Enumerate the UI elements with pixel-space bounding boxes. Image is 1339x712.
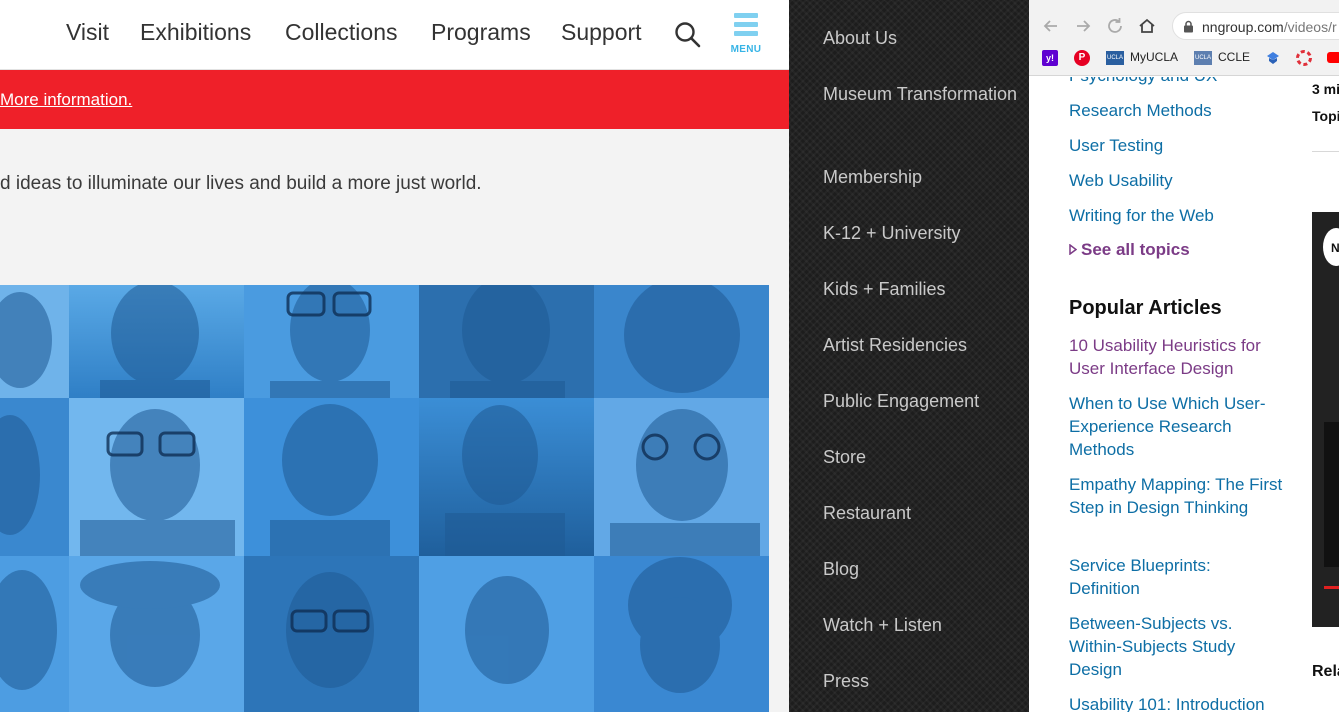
video-progress-bar[interactable] [1324, 586, 1339, 589]
youtube-icon [1327, 52, 1339, 64]
menu-item-museum-transformation[interactable]: Museum Transformation [823, 81, 1023, 108]
topic-link-writing-for-web[interactable]: Writing for the Web [1069, 204, 1284, 227]
nng-logo-badge: N [1323, 228, 1339, 266]
menu-item-about-us[interactable]: About Us [823, 25, 1023, 52]
menu-label: MENU [730, 44, 762, 55]
topic-link-user-testing[interactable]: User Testing [1069, 134, 1284, 157]
article-link-usability-101[interactable]: Usability 101: Introduction [1069, 693, 1284, 712]
topic-link-web-usability[interactable]: Web Usability [1069, 169, 1284, 192]
nav-visit[interactable]: Visit [66, 19, 109, 46]
bookmark-lifesaver[interactable] [1296, 50, 1318, 70]
nav-exhibitions[interactable]: Exhibitions [140, 19, 251, 46]
nav-support[interactable]: Support [561, 19, 642, 46]
video-duration-text: 3 mi [1312, 81, 1339, 97]
menu-item-blog[interactable]: Blog [823, 556, 1023, 583]
bookmark-pinterest[interactable]: P [1074, 50, 1096, 70]
topic-link-research-methods[interactable]: Research Methods [1069, 99, 1284, 122]
bookmark-yahoo[interactable]: y! [1042, 50, 1064, 70]
url-domain: nngroup.com [1202, 19, 1284, 35]
url-text: nngroup.com/videos/r [1202, 19, 1337, 35]
browser-toolbar: nngroup.com/videos/r y! P UCLA MyUCLA UCL… [1029, 0, 1339, 76]
article-link-ux-research-methods[interactable]: When to Use Which User-Experience Resear… [1069, 392, 1284, 461]
bookmark-ccle[interactable]: UCLA CCLE [1194, 50, 1250, 70]
lock-icon [1183, 20, 1194, 38]
article-link-service-blueprints[interactable]: Service Blueprints: Definition [1069, 554, 1284, 600]
article-link-usability-heuristics[interactable]: 10 Usability Heuristics for User Interfa… [1069, 334, 1284, 380]
bookmark-myucla[interactable]: UCLA MyUCLA [1106, 50, 1178, 70]
menu-item-press[interactable]: Press [823, 668, 1023, 695]
menu-item-watch-listen[interactable]: Watch + Listen [823, 612, 1023, 639]
yahoo-icon: y! [1042, 50, 1058, 66]
video-frame [1324, 422, 1339, 567]
nngroup-content: Psychology and UX Research Methods User … [1029, 77, 1339, 712]
triangle-right-icon [1069, 240, 1078, 260]
back-arrow-icon[interactable] [1039, 14, 1063, 38]
popular-articles-heading: Popular Articles [1069, 297, 1222, 319]
menu-item-kids-families[interactable]: Kids + Families [823, 276, 1023, 303]
ucla-icon: UCLA [1106, 50, 1124, 65]
lifesaver-icon [1296, 50, 1312, 69]
ucla-icon: UCLA [1194, 50, 1212, 65]
menu-item-artist-residencies[interactable]: Artist Residencies [823, 332, 1023, 359]
hero-portrait-grid [0, 285, 769, 712]
portrait-collage-image [0, 285, 769, 712]
nav-programs[interactable]: Programs [431, 19, 531, 46]
bookmark-youtube[interactable] [1327, 50, 1339, 70]
hamburger-icon [734, 13, 758, 18]
dropbox-icon [1265, 50, 1281, 69]
top-navigation: Visit Exhibitions Collections Programs S… [0, 0, 789, 70]
expanded-site-menu: About Us Museum Transformation Membershi… [789, 0, 1029, 712]
address-bar[interactable]: nngroup.com/videos/r [1172, 12, 1339, 40]
topic-link-psychology-ux[interactable]: Psychology and UX [1069, 77, 1284, 87]
video-topics-label: Topi [1312, 108, 1339, 124]
related-heading: Rela [1312, 663, 1339, 680]
home-icon[interactable] [1135, 14, 1159, 38]
bookmark-myucla-label: MyUCLA [1130, 50, 1179, 64]
forward-arrow-icon[interactable] [1071, 14, 1095, 38]
search-icon[interactable] [673, 20, 703, 50]
menu-item-k12-university[interactable]: K-12 + University [823, 220, 1023, 247]
menu-item-restaurant[interactable]: Restaurant [823, 500, 1023, 527]
see-all-topics-label: See all topics [1081, 240, 1190, 259]
video-player[interactable]: N [1312, 212, 1339, 627]
pinterest-icon: P [1074, 50, 1090, 66]
museum-page: Visit Exhibitions Collections Programs S… [0, 0, 789, 712]
divider [1312, 151, 1339, 152]
bookmark-ccle-label: CCLE [1218, 50, 1251, 64]
menu-item-public-engagement[interactable]: Public Engagement [823, 388, 1023, 415]
alert-banner: More information. [0, 70, 789, 129]
url-path: /videos/r [1283, 19, 1337, 35]
mission-statement: d ideas to illuminate our lives and buil… [0, 173, 482, 194]
reload-icon[interactable] [1103, 14, 1127, 38]
alert-more-information-link[interactable]: More information. [0, 90, 132, 110]
menu-button[interactable]: MENU [728, 13, 764, 59]
article-link-empathy-mapping[interactable]: Empathy Mapping: The First Step in Desig… [1069, 473, 1284, 519]
bookmark-dropbox[interactable] [1265, 50, 1287, 70]
see-all-topics-link[interactable]: See all topics [1069, 240, 1190, 260]
article-link-between-within-subjects[interactable]: Between-Subjects vs. Within-Subjects Stu… [1069, 612, 1284, 681]
browser-window: nngroup.com/videos/r y! P UCLA MyUCLA UCL… [1029, 0, 1339, 712]
nav-collections[interactable]: Collections [285, 19, 398, 46]
menu-item-store[interactable]: Store [823, 444, 1023, 471]
menu-item-membership[interactable]: Membership [823, 164, 1023, 191]
